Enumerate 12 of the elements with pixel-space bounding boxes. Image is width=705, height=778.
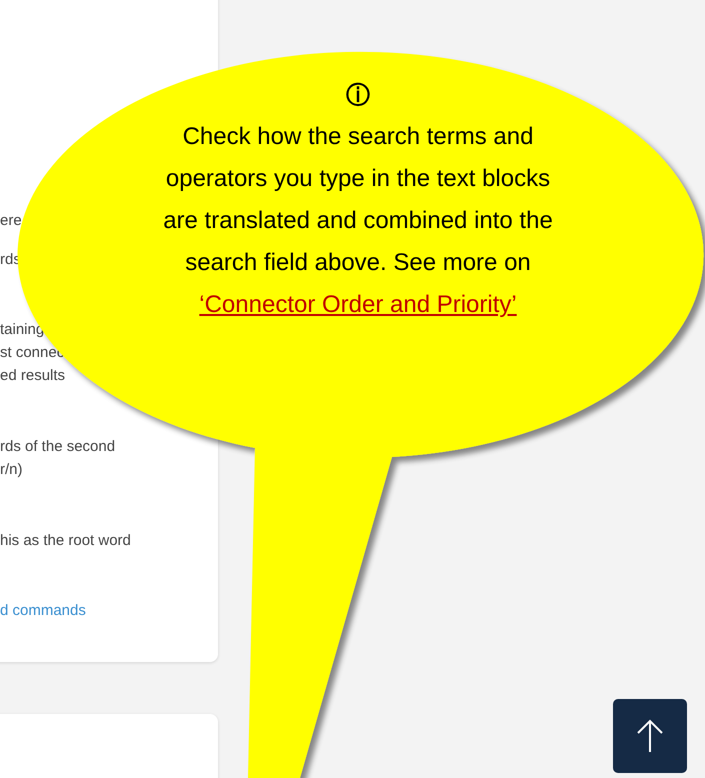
help-text: r/n): [0, 460, 24, 480]
info-icon: ⓘ: [346, 80, 370, 112]
arrow-up-icon: [635, 718, 665, 754]
help-text: taining: [0, 320, 46, 340]
callout-text: Check how the search terms and operators you type in the text blocks are translated and combined into the search field above. See more on ‘Connector Order and Priority’: [162, 122, 554, 320]
help-text: ed results: [0, 366, 66, 386]
scroll-top-button[interactable]: [613, 699, 687, 773]
help-text: ere: [0, 211, 22, 231]
help-text: his as the root word: [0, 531, 131, 551]
connector-order-link[interactable]: ‘Connector Order and Priority’: [199, 291, 517, 318]
commands-link[interactable]: d commands: [0, 599, 86, 622]
help-text: rds of the second: [0, 437, 116, 457]
